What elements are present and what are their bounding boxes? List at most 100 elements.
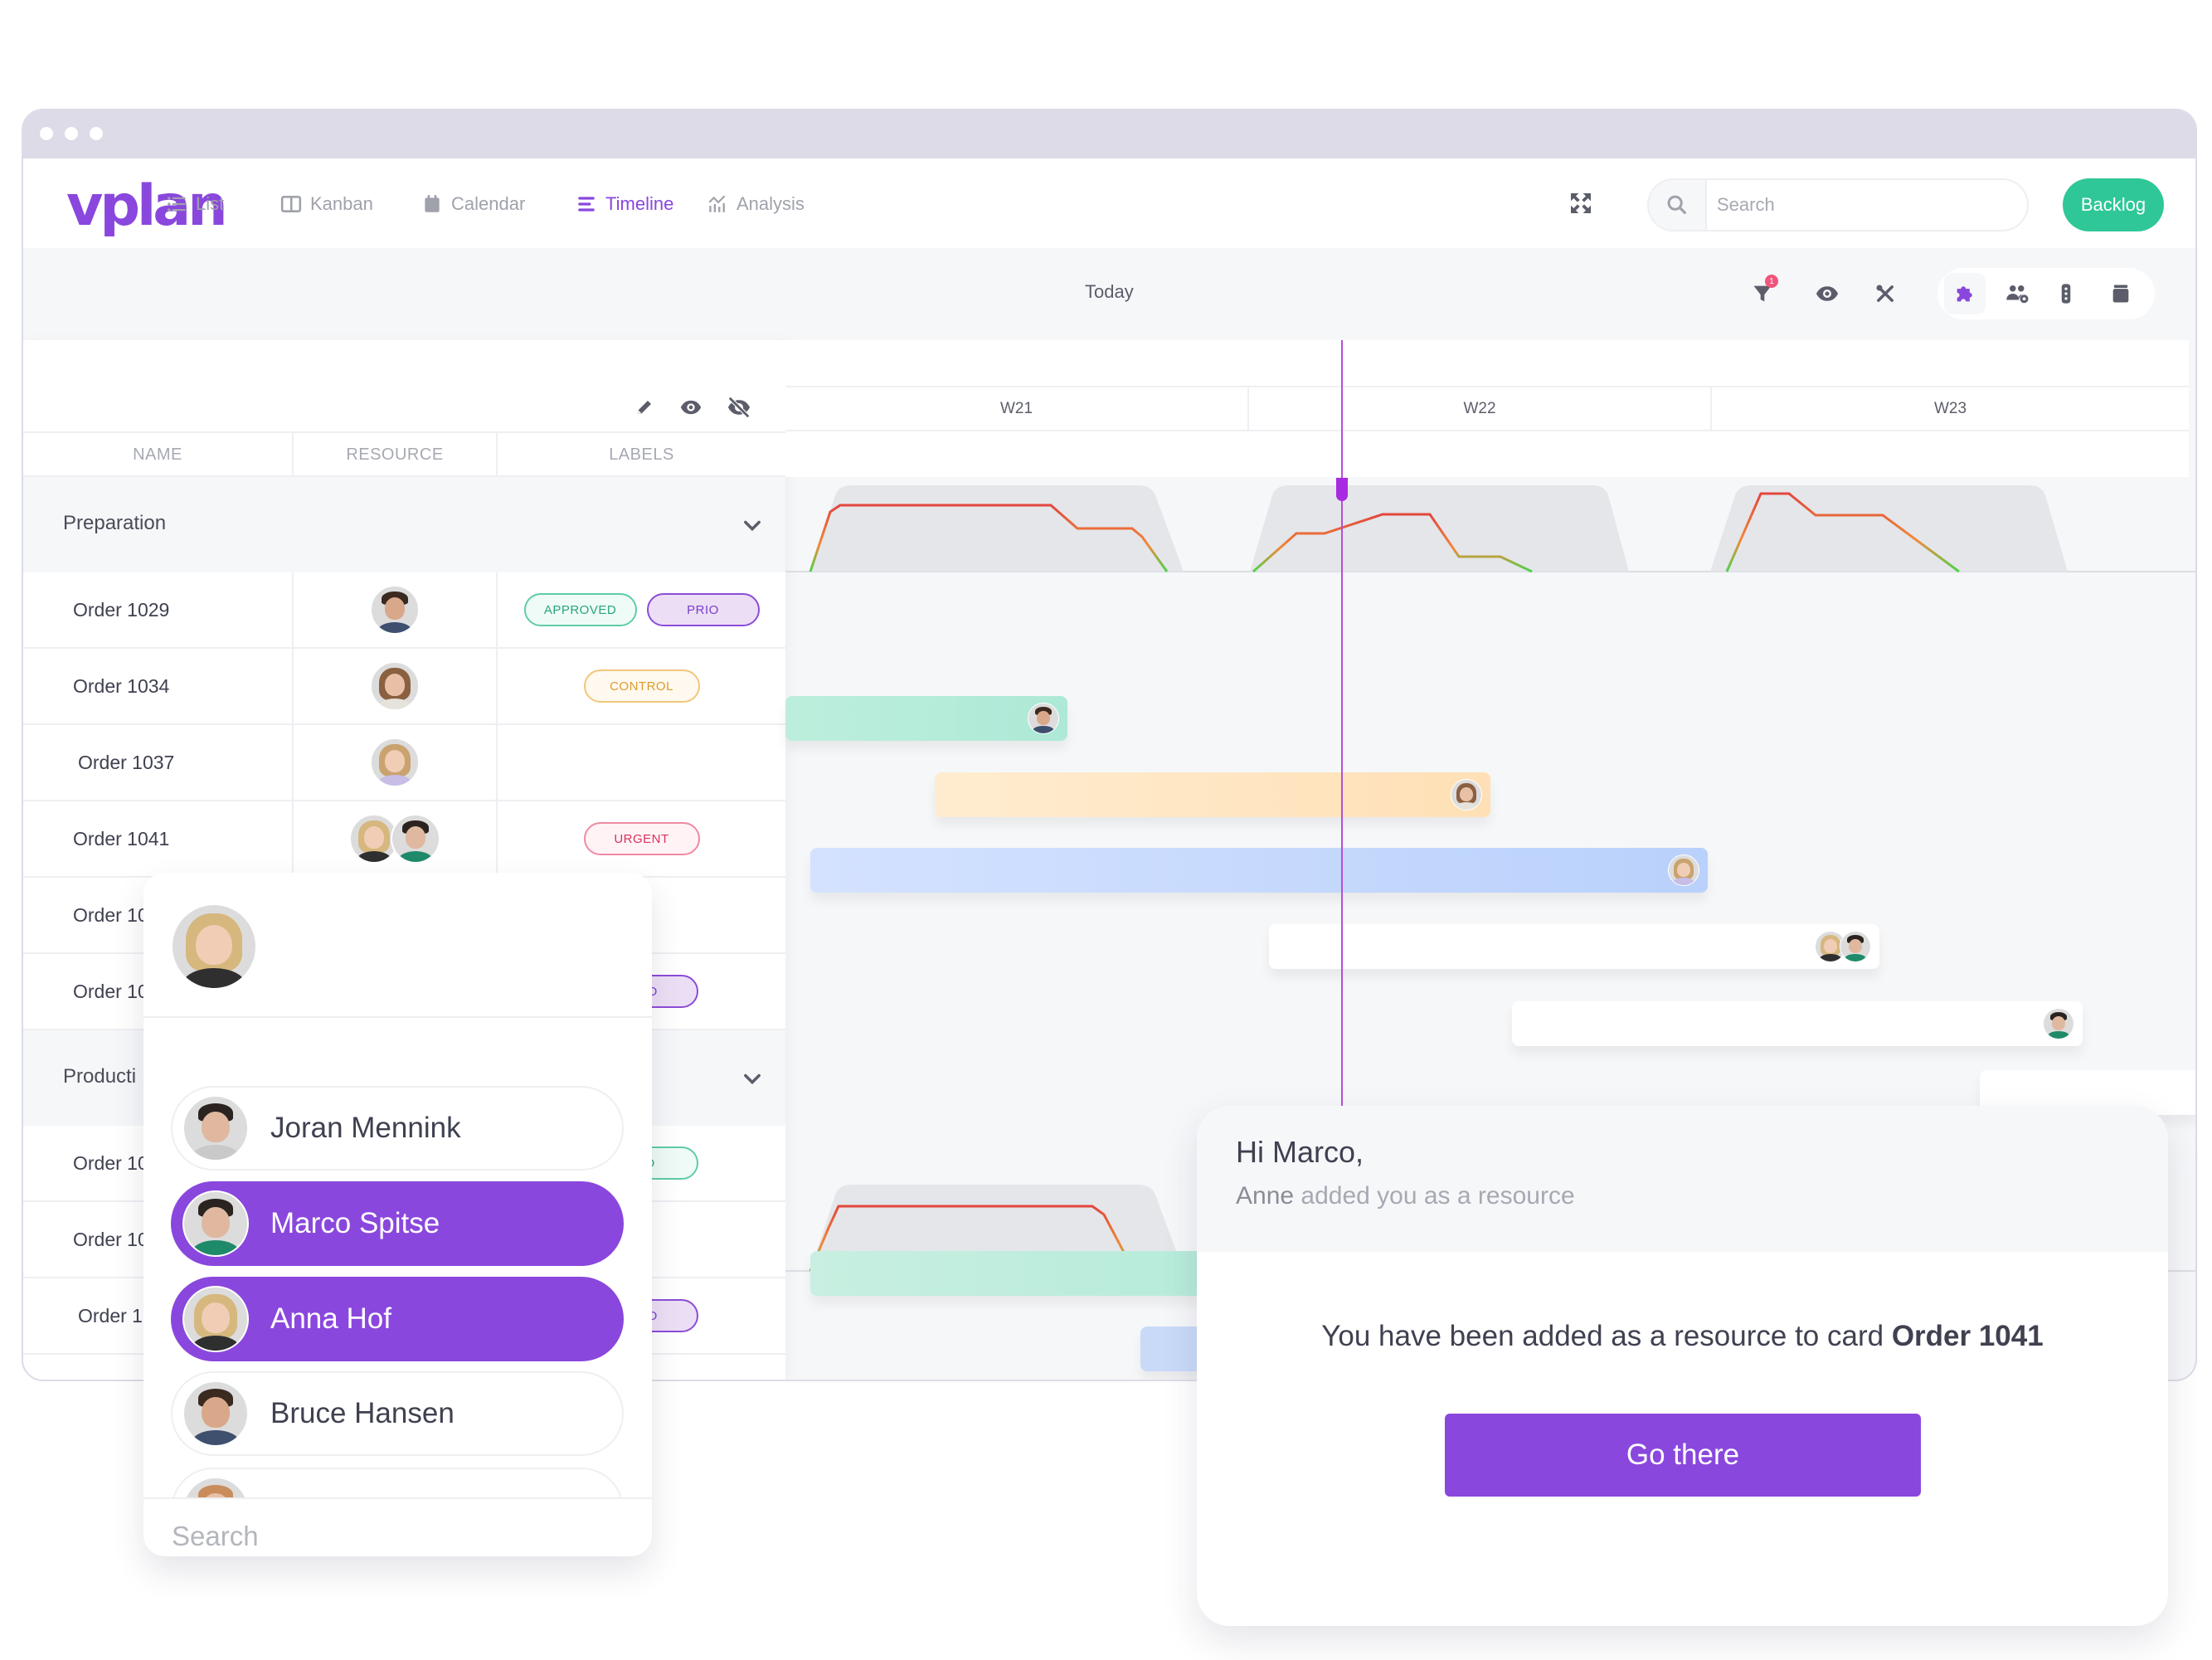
timeline-card-order-1041[interactable] <box>1269 924 1879 969</box>
nav-kanban[interactable]: Kanban <box>280 190 373 218</box>
go-there-button[interactable]: Go there <box>1445 1414 1921 1497</box>
backlog-button[interactable]: Backlog <box>2063 178 2164 231</box>
timeline-card[interactable] <box>810 1251 1225 1296</box>
avatar <box>182 1190 249 1257</box>
column-resource[interactable]: RESOURCE <box>292 433 496 477</box>
search-box[interactable] <box>1647 178 2029 231</box>
timeline-card[interactable] <box>1512 1001 2083 1046</box>
nav-label: Calendar <box>451 193 526 214</box>
avatar <box>370 661 420 711</box>
column-labels[interactable]: LABELS <box>496 433 785 477</box>
table-row[interactable]: Order 1041 URGENT <box>23 801 785 878</box>
filter-button[interactable]: 1 <box>1748 275 1778 308</box>
column-name[interactable]: NAME <box>23 433 292 477</box>
today-button[interactable]: Today <box>1085 281 1134 303</box>
group-preparation[interactable]: Preparation <box>23 477 785 572</box>
person-name: Marco Spitse <box>270 1207 440 1239</box>
fullscreen-button[interactable] <box>1568 190 1594 217</box>
notification-greeting: Hi Marco, <box>1236 1135 1364 1169</box>
notification-header: Hi Marco, Anne added you as a resource <box>1197 1106 2168 1252</box>
top-header: vplan List Kanban Calendar Timeline Anal… <box>23 158 2195 248</box>
week-w22[interactable]: W22 <box>1247 387 1710 430</box>
week-header: W21 W22 W23 <box>785 340 2189 477</box>
timeline-toolbar: Today 1 <box>23 248 2195 340</box>
label-approved[interactable]: APPROVED <box>523 593 637 626</box>
show-button[interactable] <box>678 395 703 420</box>
view-mode-teams[interactable] <box>1997 273 2039 314</box>
table-row[interactable]: Order 1037 <box>23 725 785 801</box>
notification-subtitle: Anne added you as a resource <box>1236 1182 1575 1210</box>
tools-button[interactable] <box>1871 280 1899 308</box>
group-label: Preparation <box>63 512 167 534</box>
picker-search[interactable] <box>143 1497 652 1556</box>
traffic-light-icon <box>2061 284 2071 304</box>
eye-icon <box>680 400 702 415</box>
chevron-down-icon[interactable] <box>741 1067 764 1090</box>
search-input[interactable] <box>1717 180 2015 230</box>
view-mode-group <box>1937 268 2155 319</box>
nav-list[interactable]: List <box>166 190 224 218</box>
chevron-down-icon[interactable] <box>741 514 764 537</box>
pencil-icon <box>638 401 651 414</box>
avatar <box>1028 703 1059 734</box>
labels-cell[interactable]: URGENT <box>496 801 785 876</box>
picker-search-input[interactable] <box>172 1521 620 1552</box>
nav-calendar[interactable]: Calendar <box>421 190 525 218</box>
picker-current-user <box>143 873 652 1018</box>
picker-item-selected[interactable]: Marco Spitse <box>171 1181 624 1266</box>
order-name: Order 1029 <box>73 598 170 621</box>
picker-item[interactable]: Joran Mennink <box>171 1086 624 1171</box>
avatar <box>1668 854 1699 886</box>
window-dot[interactable] <box>65 127 78 140</box>
order-name: Order 1034 <box>73 674 170 697</box>
timeline-card-order-1029[interactable] <box>785 696 1067 741</box>
view-mode-status[interactable] <box>2045 273 2087 314</box>
picker-item[interactable] <box>171 1468 624 1497</box>
notification-card: Hi Marco, Anne added you as a resource Y… <box>1197 1106 2168 1626</box>
resource-cell[interactable] <box>292 572 496 647</box>
avatar <box>370 585 420 635</box>
kanban-icon <box>280 196 302 212</box>
nav-timeline[interactable]: Timeline <box>576 190 673 218</box>
label-prio[interactable]: PRIO <box>646 593 760 626</box>
view-mode-modules[interactable] <box>1944 273 1986 314</box>
week-w23[interactable]: W23 <box>1710 387 2189 430</box>
avatar <box>391 814 440 864</box>
timeline-card-order-1034[interactable] <box>935 772 1490 817</box>
resource-cell[interactable] <box>292 725 496 800</box>
edit-button[interactable] <box>632 395 657 420</box>
resource-cell[interactable] <box>292 649 496 723</box>
table-row[interactable]: Order 1029 APPROVED PRIO <box>23 572 785 649</box>
visibility-button[interactable] <box>1813 280 1841 308</box>
table-row[interactable]: Order 1034 CONTROL <box>23 649 785 725</box>
week-row: W21 W22 W23 <box>785 386 2189 431</box>
labels-cell[interactable]: CONTROL <box>496 649 785 723</box>
nav-analysis[interactable]: Analysis <box>707 190 805 218</box>
window-dot[interactable] <box>40 127 53 140</box>
notification-card-name[interactable]: Order 1041 <box>1892 1320 2044 1352</box>
filter-count-badge: 1 <box>1765 275 1778 288</box>
label-control[interactable]: CONTROL <box>583 669 700 703</box>
window-dot[interactable] <box>90 127 103 140</box>
search-icon[interactable] <box>1649 180 1707 230</box>
archive-icon <box>2112 285 2129 303</box>
picker-item-selected[interactable]: Anna Hof <box>171 1277 624 1361</box>
hide-button[interactable] <box>727 395 751 420</box>
picker-item[interactable]: Bruce Hansen <box>171 1371 624 1456</box>
picker-list: Joran Mennink Marco Spitse Anna Hof Bruc… <box>143 1020 652 1497</box>
labels-cell[interactable] <box>496 725 785 800</box>
resource-cell[interactable] <box>292 801 496 876</box>
person-name: Bruce Hansen <box>270 1397 455 1429</box>
today-marker[interactable] <box>1336 478 1348 501</box>
group-label: Producti <box>63 1065 137 1088</box>
view-mode-archive[interactable] <box>2100 273 2142 314</box>
week-w21[interactable]: W21 <box>785 387 1247 430</box>
avatar <box>182 1477 249 1497</box>
labels-cell[interactable]: APPROVED PRIO <box>496 572 785 647</box>
eye-icon <box>1816 286 1839 301</box>
label-urgent[interactable]: URGENT <box>583 822 700 855</box>
timeline-card-order-1037[interactable] <box>810 848 1708 893</box>
person-name: Anna Hof <box>270 1302 391 1335</box>
avatar <box>171 903 257 990</box>
avatar <box>1451 779 1482 811</box>
